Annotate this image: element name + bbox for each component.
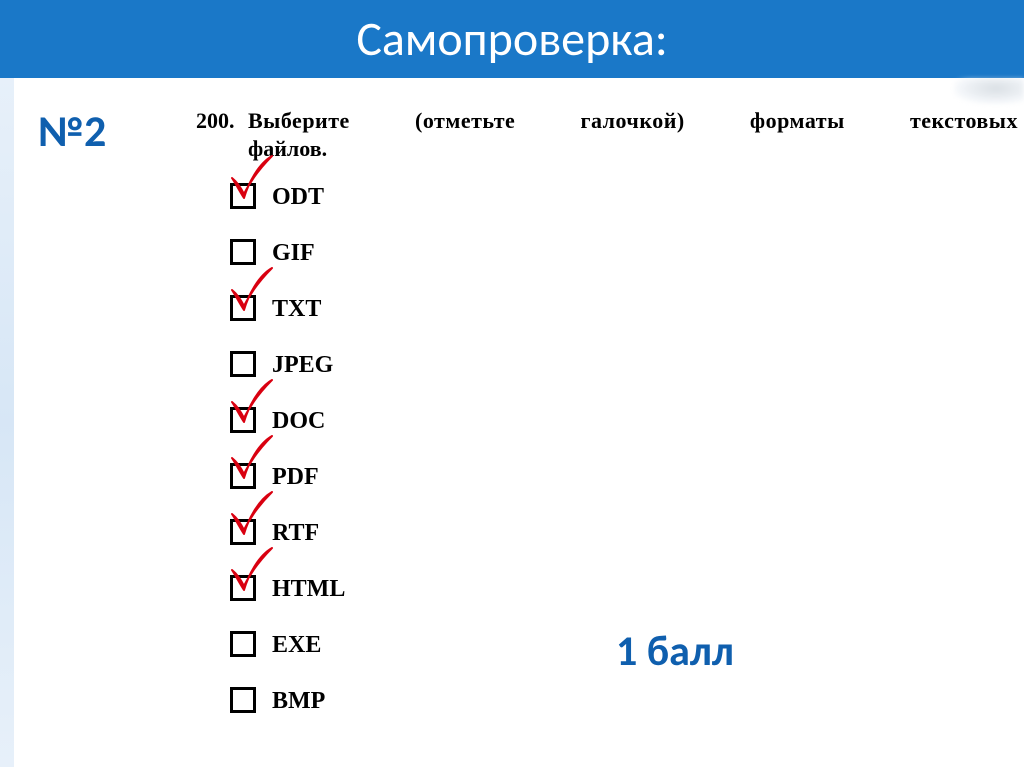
checkbox[interactable] [230, 407, 256, 433]
option-label: DOC [272, 408, 325, 435]
question-number: 200. [196, 108, 235, 134]
question-word: галочкой) [580, 108, 684, 134]
checkbox[interactable] [230, 295, 256, 321]
checkbox[interactable] [230, 463, 256, 489]
options-list: ODT GIF TXT JPEG DOC PDF RTF HTML EXE BMP [230, 168, 345, 728]
option-label: JPEG [272, 352, 333, 379]
question-word: текстовых [910, 108, 1018, 134]
option-row: EXE [230, 616, 345, 672]
side-accent [0, 78, 14, 767]
option-label: ODT [272, 184, 324, 211]
slide: Самопроверка: №2 200. Выберите (отметьте… [0, 0, 1024, 767]
checkbox[interactable] [230, 239, 256, 265]
option-label: GIF [272, 240, 315, 267]
option-label: BMP [272, 688, 325, 715]
question-word: (отметьте [415, 108, 515, 134]
question-text-line2: файлов. [248, 136, 327, 162]
option-row: DOC [230, 392, 345, 448]
option-label: HTML [272, 576, 345, 603]
checkbox[interactable] [230, 687, 256, 713]
option-row: GIF [230, 224, 345, 280]
header-title: Самопроверка: [356, 9, 667, 68]
option-label: TXT [272, 296, 321, 323]
question-word: форматы [750, 108, 845, 134]
option-label: RTF [272, 520, 319, 547]
option-row: JPEG [230, 336, 345, 392]
checkbox[interactable] [230, 351, 256, 377]
header-bar: Самопроверка: [0, 0, 1024, 78]
option-row: TXT [230, 280, 345, 336]
score-label: 1 балл [616, 626, 734, 677]
checkbox[interactable] [230, 575, 256, 601]
question-text-line1: Выберите (отметьте галочкой) форматы тек… [248, 108, 1018, 134]
option-label: PDF [272, 464, 319, 491]
option-label: EXE [272, 632, 321, 659]
option-row: RTF [230, 504, 345, 560]
option-row: HTML [230, 560, 345, 616]
checkbox[interactable] [230, 183, 256, 209]
checkbox[interactable] [230, 631, 256, 657]
decorative-smudge [954, 78, 1024, 104]
option-row: PDF [230, 448, 345, 504]
option-row: ODT [230, 168, 345, 224]
question-word: Выберите [248, 108, 350, 134]
checkbox[interactable] [230, 519, 256, 545]
task-number-label: №2 [38, 104, 106, 158]
option-row: BMP [230, 672, 345, 728]
